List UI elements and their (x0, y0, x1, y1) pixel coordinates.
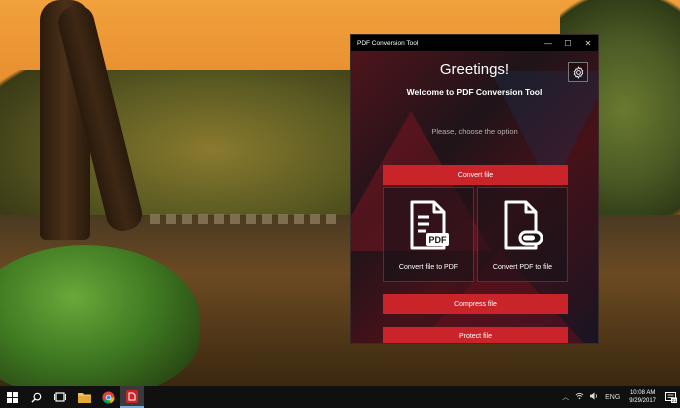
app-body: Greetings! Welcome to PDF Conversion Too… (351, 51, 598, 343)
welcome-text: Welcome to PDF Conversion Tool (406, 87, 543, 97)
volume-icon[interactable] (587, 392, 602, 402)
system-tray: ︿ ENG 10:08 AM 9/29/2017 21 (559, 386, 680, 408)
wallpaper-stones (150, 214, 340, 224)
wifi-icon-svg (575, 392, 584, 400)
choose-option-prompt: Please, choose the option (431, 127, 518, 136)
close-button[interactable]: ✕ (578, 35, 598, 51)
taskbar: ︿ ENG 10:08 AM 9/29/2017 21 (0, 386, 680, 408)
tile-label: Convert PDF to file (492, 264, 553, 271)
greeting-heading: Greetings! (439, 61, 510, 78)
minimize-button[interactable]: — (538, 35, 558, 51)
search-icon (30, 392, 41, 403)
tile-label: Convert file to PDF (398, 264, 459, 271)
action-center-button[interactable]: 21 (662, 386, 680, 408)
chrome-button[interactable] (96, 386, 120, 408)
file-explorer-icon (77, 392, 91, 403)
title-bar[interactable]: PDF Conversion Tool — ☐ ✕ (351, 35, 598, 51)
notification-count: 21 (672, 398, 677, 403)
app-window: PDF Conversion Tool — ☐ ✕ Greetings! Wel… (350, 34, 599, 344)
file-explorer-button[interactable] (72, 386, 96, 408)
notification-icon: 21 (665, 391, 677, 403)
compress-file-button[interactable]: Compress file (383, 294, 568, 314)
pdf-tool-taskbar-button[interactable] (120, 386, 144, 408)
wifi-icon[interactable] (572, 392, 587, 402)
show-hidden-icons-icon[interactable]: ︿ (559, 392, 572, 402)
task-view-icon (54, 392, 66, 402)
convert-file-to-pdf-tile[interactable]: PDF Convert file to PDF (383, 187, 474, 282)
pdf-to-file-icon (504, 200, 543, 250)
clock-time: 10:08 AM (629, 390, 656, 396)
chrome-icon (101, 390, 115, 404)
task-view-button[interactable] (48, 386, 72, 408)
language-indicator[interactable]: ENG (602, 394, 623, 401)
maximize-button[interactable]: ☐ (558, 35, 578, 51)
clock[interactable]: 10:08 AM 9/29/2017 (623, 389, 662, 405)
pdf-badge: PDF (429, 235, 448, 245)
convert-file-button[interactable]: Convert file (383, 165, 568, 185)
speaker-icon (590, 392, 598, 400)
search-button[interactable] (24, 386, 48, 408)
protect-file-button[interactable]: Protect file (383, 327, 568, 343)
clock-date: 9/29/2017 (629, 398, 656, 404)
window-title: PDF Conversion Tool (357, 39, 419, 47)
file-to-pdf-icon: PDF (410, 200, 449, 250)
pdf-tool-icon (126, 389, 138, 403)
settings-button[interactable] (568, 62, 588, 82)
convert-pdf-to-file-tile[interactable]: Convert PDF to file (477, 187, 568, 282)
start-button[interactable] (0, 386, 24, 408)
gear-icon (573, 65, 583, 79)
windows-start-icon (6, 391, 18, 403)
